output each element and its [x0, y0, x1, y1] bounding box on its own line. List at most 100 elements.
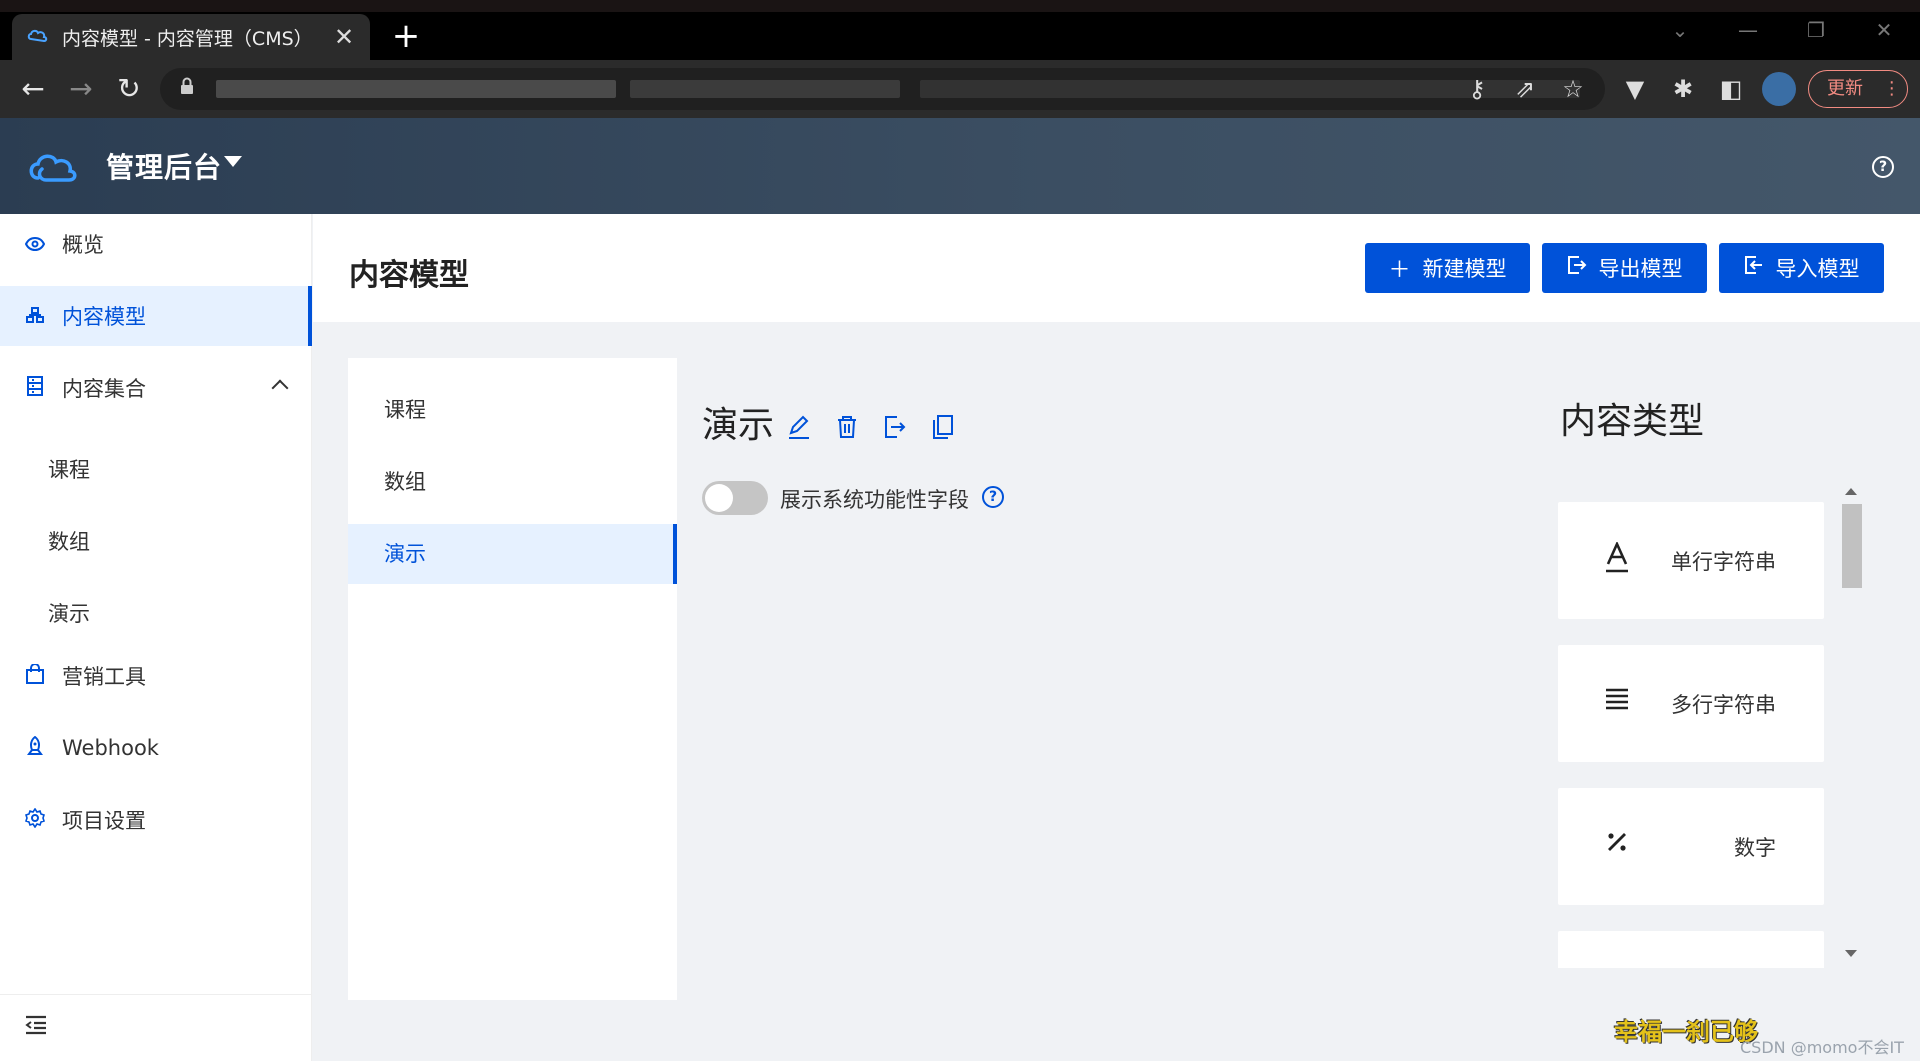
cloud-logo-icon: [29, 154, 77, 182]
address-bar[interactable]: ⚷ ⇗ ☆: [160, 68, 1605, 110]
new-model-label: 新建模型: [1422, 257, 1507, 281]
model-title: 演示: [702, 405, 775, 446]
system-fields-toggle[interactable]: [702, 481, 768, 515]
vue-devtools-icon[interactable]: ▼: [1618, 72, 1652, 106]
import-model-button[interactable]: 导入模型: [1719, 243, 1884, 293]
sidebar-item-label: 营销工具: [62, 665, 146, 689]
sidebar-item-content-collection[interactable]: 内容集合: [0, 358, 312, 418]
close-window-icon[interactable]: ✕: [1862, 18, 1906, 48]
content-type-card-single-line[interactable]: 单行字符串: [1558, 502, 1824, 619]
browser-tab-active[interactable]: 内容模型 - 内容管理（CMS） ✕: [12, 14, 370, 60]
toggle-label: 展示系统功能性字段: [780, 488, 969, 512]
export-single-icon[interactable]: [880, 412, 910, 442]
plus-icon: ＋: [1388, 258, 1411, 283]
import-model-label: 导入模型: [1775, 257, 1860, 281]
collection-icon: [22, 375, 48, 401]
sidebar-item-settings[interactable]: 项目设置: [0, 790, 312, 850]
restore-icon[interactable]: ❐: [1794, 18, 1838, 48]
sidebar-subitem-array[interactable]: 数组: [48, 526, 90, 556]
model-item-course[interactable]: 课程: [348, 380, 677, 440]
lock-icon: [180, 77, 200, 101]
sidebar-footer: [0, 994, 312, 1061]
cloud-icon: [26, 26, 52, 49]
blurred-url: [216, 80, 616, 98]
blurred-url: [630, 80, 900, 98]
update-button[interactable]: 更新 ⋮: [1808, 70, 1908, 108]
content-types-title: 内容类型: [1560, 401, 1705, 442]
system-taskbar: [0, 0, 1920, 12]
sidebar-item-label: 概览: [62, 233, 104, 257]
help-icon[interactable]: ?: [1872, 156, 1894, 178]
sidebar-item-content-model[interactable]: 内容模型: [0, 286, 312, 346]
model-item-array[interactable]: 数组: [348, 452, 677, 512]
help-circle-icon[interactable]: ?: [982, 486, 1004, 508]
scroll-up-icon[interactable]: [1845, 488, 1857, 495]
import-icon: [1744, 255, 1764, 281]
scroll-thumb[interactable]: [1842, 504, 1862, 588]
bag-icon: [22, 662, 48, 689]
sidebar-item-overview[interactable]: 概览: [0, 214, 312, 274]
profile-avatar[interactable]: [1762, 72, 1796, 106]
content-type-scrollbar[interactable]: [1840, 482, 1862, 968]
browser-toolbar: ← → ↻ ⚷ ⇗ ☆ ▼ ✱ ◧ 更新 ⋮: [0, 60, 1920, 118]
eye-icon: [22, 232, 48, 256]
content-type-list: 单行字符串 多行字符串 数字: [1558, 490, 1840, 968]
rocket-icon: [22, 735, 48, 761]
sidebar: 概览 内容模型 内容集合 课程 数组 演示 营销工具 Webhook 项目设置: [0, 214, 312, 1061]
share-icon[interactable]: ⇗: [1510, 74, 1540, 104]
copy-icon[interactable]: [928, 412, 958, 442]
text-a-icon: [1602, 540, 1632, 576]
back-icon[interactable]: ←: [14, 70, 52, 108]
scroll-down-icon[interactable]: [1845, 950, 1857, 957]
content-type-card-partial[interactable]: [1558, 931, 1824, 968]
collapse-menu-icon[interactable]: [24, 1015, 48, 1035]
content-type-card-number[interactable]: 数字: [1558, 788, 1824, 905]
model-item-demo[interactable]: 演示: [348, 524, 677, 584]
tab-search-icon[interactable]: ⌄: [1658, 18, 1702, 48]
tab-close-icon[interactable]: ✕: [332, 23, 356, 51]
content-type-label: 数字: [1734, 836, 1776, 860]
sidebar-subitem-course[interactable]: 课程: [48, 454, 90, 484]
lines-icon: [1602, 685, 1632, 719]
update-label: 更新: [1827, 78, 1863, 99]
export-model-label: 导出模型: [1598, 257, 1683, 281]
browser-tabbar: 内容模型 - 内容管理（CMS） ✕ + ⌄ — ❐ ✕: [0, 0, 1920, 60]
edit-icon[interactable]: [784, 412, 814, 442]
app-title[interactable]: 管理后台: [106, 146, 222, 186]
model-list: 课程 数组 演示: [348, 358, 677, 1000]
gear-icon: [22, 807, 48, 833]
percent-icon: [1602, 828, 1632, 862]
forward-icon[interactable]: →: [62, 70, 100, 108]
page-title: 内容模型: [349, 258, 469, 293]
delete-icon[interactable]: [832, 412, 862, 442]
more-vert-icon[interactable]: ⋮: [1883, 78, 1901, 99]
caret-down-icon[interactable]: [224, 156, 242, 167]
export-model-button[interactable]: 导出模型: [1542, 243, 1707, 293]
new-tab-button[interactable]: +: [390, 18, 422, 54]
sidebar-item-label: 内容模型: [62, 305, 146, 329]
content-type-card-multi-line[interactable]: 多行字符串: [1558, 645, 1824, 762]
sidebar-item-label: 内容集合: [62, 377, 146, 401]
page-header: 内容模型 ＋ 新建模型 导出模型 导入模型: [313, 214, 1920, 322]
sidebar-item-marketing[interactable]: 营销工具: [0, 646, 312, 706]
sidepanel-icon[interactable]: ◧: [1714, 72, 1748, 106]
sidebar-subitem-demo[interactable]: 演示: [48, 598, 90, 628]
chevron-up-icon[interactable]: [271, 379, 289, 397]
overlay-caption: 幸福一刹已够: [1614, 1018, 1758, 1046]
toggle-knob: [705, 484, 733, 512]
extensions-icon[interactable]: ✱: [1666, 72, 1700, 106]
key-icon[interactable]: ⚷: [1462, 74, 1492, 104]
reload-icon[interactable]: ↻: [110, 70, 148, 108]
tab-title: 内容模型 - 内容管理（CMS）: [62, 27, 313, 50]
sidebar-item-label: Webhook: [62, 736, 159, 760]
sidebar-item-label: 项目设置: [62, 809, 146, 833]
minimize-icon[interactable]: —: [1726, 18, 1770, 48]
content-type-label: 多行字符串: [1671, 693, 1776, 717]
app-header: 管理后台 ?: [0, 118, 1920, 214]
export-icon: [1567, 255, 1587, 281]
star-icon[interactable]: ☆: [1558, 74, 1588, 104]
sidebar-item-webhook[interactable]: Webhook: [0, 718, 312, 778]
new-model-button[interactable]: ＋ 新建模型: [1365, 243, 1530, 293]
content-type-label: 单行字符串: [1671, 550, 1776, 574]
csdn-watermark: CSDN @momo不会IT: [1740, 1038, 1904, 1057]
